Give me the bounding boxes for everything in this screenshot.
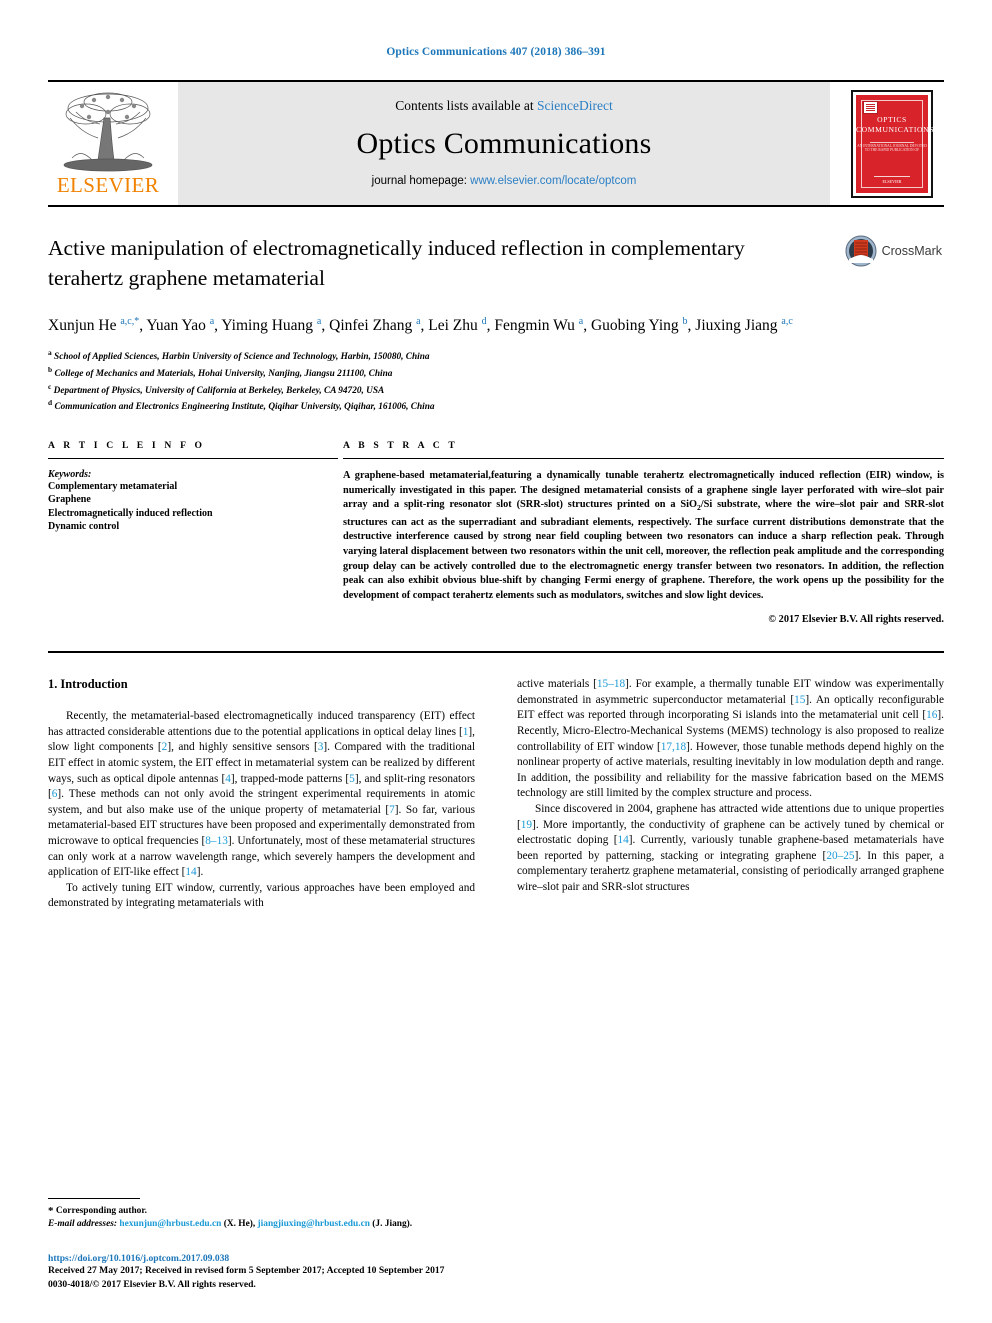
article-info-column: A R T I C L E I N F O Keywords: Compleme…: [48, 440, 338, 625]
received-dates: Received 27 May 2017; Received in revise…: [48, 1265, 445, 1277]
abstract-bottom-rule: [48, 651, 944, 654]
affiliation-mark-a: a: [48, 348, 52, 358]
cover-image: OPTICS COMMUNICATIONS AN INTERNATIONAL J…: [851, 89, 933, 198]
info-abstract-section: A R T I C L E I N F O Keywords: Compleme…: [48, 440, 944, 625]
cover-divider: [870, 141, 914, 143]
body-column-left: 1. Introduction Recently, the metamateri…: [48, 677, 475, 912]
email-addresses-value[interactable]: hexunjun@hrbust.edu.cn (X. He), jiangjiu…: [119, 1219, 412, 1229]
cover-subtitle: AN INTERNATIONAL JOURNAL DEVOTED TO THE …: [857, 143, 927, 153]
abstract-text: A graphene-based metamaterial,featuring …: [343, 469, 944, 601]
email-addresses-label: E-mail addresses:: [48, 1219, 118, 1229]
abstract-heading: A B S T R A C T: [343, 439, 458, 451]
cover-title: OPTICS COMMUNICATIONS: [856, 114, 933, 135]
abstract-column: A B S T R A C T A graphene-based metamat…: [338, 440, 944, 625]
keyword-item: Dynamic control: [48, 521, 120, 533]
elsevier-logo: ELSEVIER: [48, 82, 168, 205]
article-info-rule: [48, 457, 338, 459]
affiliation-mark-b: b: [48, 364, 53, 374]
paragraph: To actively tuning EIT window, currently…: [48, 881, 475, 910]
keywords-label: Keywords:: [48, 468, 92, 480]
crossmark-icon: [845, 235, 877, 267]
paragraph: Recently, the metamaterial-based electro…: [48, 710, 475, 879]
affiliation-a: a School of Applied Sciences, Harbin Uni…: [48, 347, 944, 364]
body-column-right: active materials [15–18]. For example, a…: [517, 677, 944, 912]
crossmark-badge[interactable]: CrossMark: [845, 235, 942, 267]
footnote-rule: [48, 1198, 140, 1199]
cover-title-line1: OPTICS: [877, 114, 907, 124]
keyword-item: Graphene: [48, 494, 91, 506]
cover-footer-text: ELSEVIER: [882, 178, 902, 184]
contents-available-line: Contents lists available at ScienceDirec…: [395, 98, 612, 114]
affiliation-mark-c: c: [48, 381, 52, 391]
keyword-item: Complementary metamaterial: [48, 480, 178, 492]
doi-link[interactable]: https://doi.org/10.1016/j.optcom.2017.09…: [48, 1253, 648, 1264]
journal-homepage-link[interactable]: www.elsevier.com/locate/optcom: [470, 175, 636, 187]
cover-footer-rule: [874, 175, 910, 177]
cover-elsevier-mark-icon: [863, 100, 878, 114]
cover-title-line2: COMMUNICATIONS: [856, 124, 935, 134]
title-block: CrossMark Active manipulation of electro…: [48, 233, 944, 414]
affiliation-text-a: School of Applied Sciences, Harbin Unive…: [54, 352, 430, 363]
corresponding-author-marker: *: [48, 1205, 54, 1217]
abstract-rule: [343, 457, 944, 459]
sciencedirect-link[interactable]: ScienceDirect: [537, 98, 613, 113]
affiliation-mark-d: d: [48, 398, 53, 408]
homepage-prefix: journal homepage:: [371, 175, 471, 187]
paragraph: Since discovered in 2004, graphene has a…: [517, 803, 944, 894]
footnotes-block: * Corresponding author. E-mail addresses…: [48, 1198, 475, 1231]
affiliation-text-c: Department of Physics, University of Cal…: [53, 385, 385, 396]
page-title: Active manipulation of electromagnetical…: [48, 236, 745, 290]
affiliation-b: b College of Mechanics and Materials, Ho…: [48, 364, 944, 381]
journal-masthead: ELSEVIER Contents lists available at Sci…: [48, 80, 944, 205]
cover-footer: ELSEVIER: [874, 175, 910, 184]
paragraph: active materials [15–18]. For example, a…: [517, 678, 944, 800]
affiliation-text-b: College of Mechanics and Materials, Hoha…: [54, 368, 393, 379]
abstract-copyright: © 2017 Elsevier B.V. All rights reserved…: [768, 614, 944, 626]
corresponding-author-note: * Corresponding author.: [48, 1205, 475, 1218]
journal-article-page: Optics Communications 407 (2018) 386–391: [0, 0, 992, 1323]
colophon-block: https://doi.org/10.1016/j.optcom.2017.09…: [48, 1253, 648, 1291]
journal-cover-thumbnail[interactable]: OPTICS COMMUNICATIONS AN INTERNATIONAL J…: [840, 82, 944, 205]
keyword-item: Electromagnetically induced reflection: [48, 507, 213, 519]
affiliation-list: a School of Applied Sciences, Harbin Uni…: [48, 347, 944, 414]
affiliation-d: d Communication and Electronics Engineer…: [48, 397, 944, 414]
body-columns: 1. Introduction Recently, the metamateri…: [48, 677, 944, 912]
corresponding-author-text: Corresponding author.: [55, 1206, 148, 1216]
running-head: Optics Communications 407 (2018) 386–391: [386, 46, 606, 58]
journal-title: Optics Communications: [356, 127, 652, 160]
elsevier-wordmark: ELSEVIER: [56, 173, 160, 197]
author-list: Xunjun He a,c,*, Yuan Yao a, Yiming Huan…: [48, 316, 793, 335]
section-title-introduction: 1. Introduction: [48, 677, 128, 692]
affiliation-c: c Department of Physics, University of C…: [48, 381, 944, 398]
email-addresses-note: E-mail addresses: hexunjun@hrbust.edu.cn…: [48, 1218, 475, 1231]
contents-prefix: Contents lists available at: [395, 98, 537, 113]
elsevier-tree-icon: [63, 92, 153, 172]
article-info-heading: A R T I C L E I N F O: [48, 439, 206, 451]
rights-line: 0030-4018/© 2017 Elsevier B.V. All right…: [48, 1278, 256, 1290]
cover-background: OPTICS COMMUNICATIONS AN INTERNATIONAL J…: [856, 94, 933, 193]
journal-homepage-line: journal homepage: www.elsevier.com/locat…: [372, 175, 637, 187]
crossmark-label: CrossMark: [881, 244, 942, 258]
affiliation-text-d: Communication and Electronics Engineerin…: [54, 402, 435, 413]
masthead-bottom-rule: [48, 205, 944, 207]
journal-band: Contents lists available at ScienceDirec…: [178, 82, 830, 205]
